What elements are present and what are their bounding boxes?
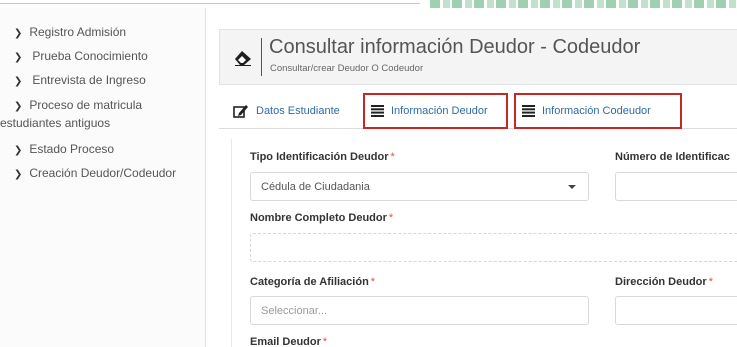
sidebar-item-label: Creación Deudor/Codeudor (29, 166, 177, 180)
required-mark: * (370, 276, 376, 288)
chevron-right-icon: ❯ (14, 28, 23, 39)
required-mark: * (708, 276, 713, 288)
tab-label: Información Deudor (391, 105, 488, 117)
tab-informacion-codeudor[interactable]: Información Codeudor (514, 93, 682, 129)
header-divider (261, 38, 262, 76)
chevron-right-icon: ❯ (14, 52, 23, 63)
sidebar-item-label-line1: Proceso de matricula (29, 98, 143, 112)
brand-banner-fragment (430, 0, 737, 8)
nombre-completo-label: Nombre Completo Deudor * (250, 212, 393, 224)
eraser-icon (235, 51, 251, 66)
sidebar-item-entrevista-ingreso[interactable]: ❯ Entrevista de Ingreso (14, 72, 146, 90)
sidebar-item-proceso-matricula[interactable]: ❯ Proceso de matricula estudiantes antig… (0, 97, 205, 132)
chevron-right-icon: ❯ (14, 145, 23, 156)
deudor-form: Tipo Identificación Deudor * Cédula de Ci… (231, 139, 737, 347)
chevron-right-icon: ❯ (14, 101, 23, 112)
tab-datos-estudiante[interactable]: Datos Estudiante (233, 93, 357, 129)
nombre-completo-input[interactable] (250, 233, 737, 262)
direccion-deudor-input[interactable] (615, 296, 737, 325)
sidebar-item-label: Registro Admisión (29, 25, 127, 39)
page-title: Consultar información Deudor - Codeudor (269, 36, 641, 58)
list-icon (371, 105, 384, 117)
select-placeholder: Seleccionar... (261, 304, 328, 317)
tipo-identificacion-label: Tipo Identificación Deudor * (250, 151, 395, 163)
tipo-identificacion-select[interactable]: Cédula de Ciudadania (250, 172, 589, 201)
label-text: Dirección Deudor (615, 276, 707, 288)
sidebar-item-creacion-deudor-codeudor[interactable]: ❯ Creación Deudor/Codeudor (14, 165, 176, 183)
select-value: Cédula de Ciudadania (261, 180, 370, 193)
label-text: Email Deudor (250, 336, 321, 347)
page-header: Consultar información Deudor - Codeudor … (219, 29, 737, 85)
sidebar-item-registro-admision[interactable]: ❯ Registro Admisión (14, 24, 126, 42)
sidebar-item-label: Estado Proceso (29, 142, 115, 156)
label-text: Categoría de Afiliación (250, 276, 369, 288)
numero-identificacion-input[interactable] (615, 172, 737, 201)
direccion-deudor-label: Dirección Deudor * (615, 276, 713, 288)
sidebar-menu: ❯ Registro Admisión ❯ Prueba Conocimient… (0, 8, 206, 347)
categoria-afiliacion-select[interactable]: Seleccionar... (250, 296, 589, 325)
top-divider (0, 3, 420, 4)
numero-identificacion-label: Número de Identificac (615, 151, 730, 163)
sidebar-item-estado-proceso[interactable]: ❯ Estado Proceso (14, 141, 114, 159)
sidebar-item-label: Prueba Conocimiento (32, 49, 148, 63)
required-mark: * (388, 212, 394, 224)
categoria-afiliacion-label: Categoría de Afiliación * (250, 276, 375, 288)
tab-label: Datos Estudiante (256, 105, 340, 117)
required-mark: * (322, 336, 328, 347)
tab-informacion-deudor[interactable]: Información Deudor (363, 93, 508, 129)
label-text: Número de Identificac (615, 151, 730, 163)
caret-down-icon (568, 185, 576, 189)
sidebar-item-label-line2: estudiantes antiguos (0, 116, 111, 130)
list-icon (522, 105, 535, 117)
edit-icon (233, 104, 249, 118)
chevron-right-icon: ❯ (14, 169, 23, 180)
required-mark: * (390, 151, 395, 163)
page-subtitle: Consultar/crear Deudor O Codeudor (270, 63, 424, 74)
email-deudor-label: Email Deudor * (250, 336, 327, 347)
sidebar-item-prueba-conocimiento[interactable]: ❯ Prueba Conocimiento (14, 48, 148, 66)
label-text: Nombre Completo Deudor (250, 212, 387, 224)
sidebar-item-label: Entrevista de Ingreso (32, 73, 146, 87)
label-text: Tipo Identificación Deudor (250, 151, 389, 163)
tab-bar: Datos Estudiante Información Deudor Info… (219, 93, 737, 129)
chevron-right-icon: ❯ (14, 76, 23, 87)
tab-label: Información Codeudor (542, 105, 651, 117)
top-decorative-strip (0, 0, 737, 8)
